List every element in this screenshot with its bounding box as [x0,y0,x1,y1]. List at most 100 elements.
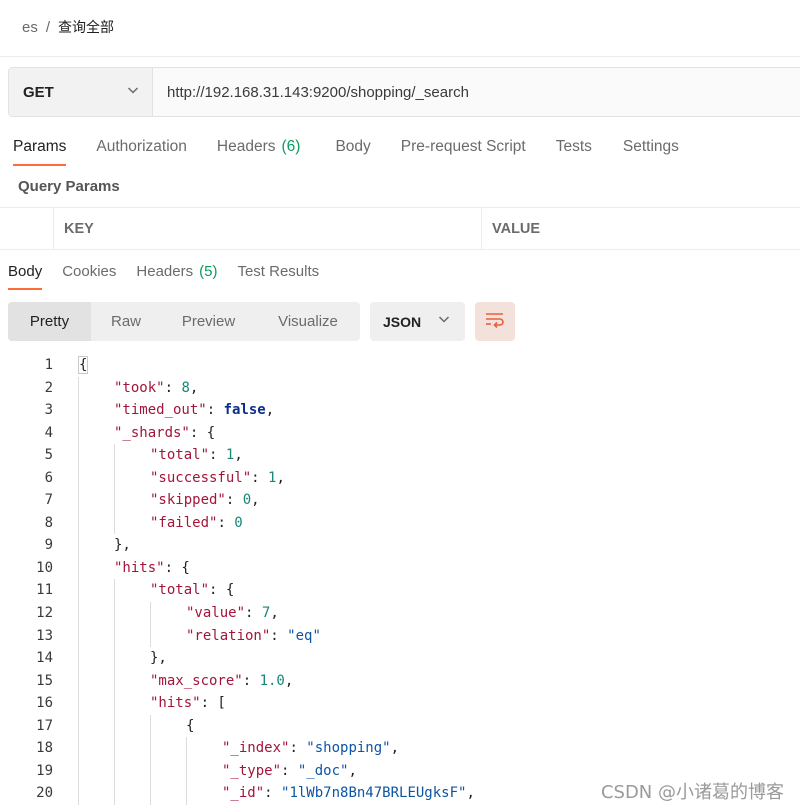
code-text: "timed_out": false, [114,399,274,422]
indent-guide [78,737,79,760]
indent-guide [78,534,79,557]
json-key: "failed" [150,514,218,531]
json-punctuation: : [251,469,269,486]
indent-guide [114,759,115,783]
json-punctuation: , [276,469,285,486]
code-text: "hits": { [114,557,190,580]
view-preview-button[interactable]: Preview [161,302,256,341]
breadcrumb-collection[interactable]: es [22,19,38,36]
response-tab-cookies[interactable]: Cookies [62,256,116,286]
tab-headers[interactable]: Headers (6) [217,132,301,162]
indent-guide [114,647,115,670]
response-tab-headers[interactable]: Headers (5) [136,256,217,286]
line-number: 11 [36,582,53,599]
json-key: "hits" [114,559,165,576]
indent-guide [78,647,79,670]
tab-authorization[interactable]: Authorization [96,132,186,162]
code-text: "max_score": 1.0, [150,670,293,693]
indent-guide [114,714,115,738]
json-punctuation: : { [189,424,216,441]
view-pretty-button[interactable]: Pretty [8,302,91,341]
code-text: }, [150,647,167,670]
code-line: 2 "took": 8, [0,376,800,400]
json-punctuation: { [186,717,195,734]
tab-body[interactable]: Body [335,132,370,162]
code-text: "total": 1, [150,444,243,467]
json-string: "1lWb7n8Bn47BRLEUgksF" [281,785,467,802]
indent-guide [78,511,79,535]
json-punctuation: : [ [200,695,226,712]
method-select[interactable]: GET [9,68,153,116]
json-punctuation: : { [209,582,235,599]
code-line: 7 "skipped": 0, [0,489,800,512]
code-line: 12 "value": 7, [0,602,800,625]
tab-pre-request-script[interactable]: Pre-request Script [401,132,526,162]
json-key: "hits" [150,695,201,712]
request-tabs: Params Authorization Headers (6) Body Pr… [0,132,679,168]
line-number: 14 [36,650,53,667]
json-key: "skipped" [150,492,226,509]
code-text: { [186,715,194,738]
json-key: "timed_out" [114,402,207,419]
json-punctuation: , [265,402,275,419]
code-text: }, [114,534,131,557]
view-visualize-button[interactable]: Visualize [256,302,360,341]
code-text: "total": { [150,579,234,602]
json-punctuation: }, [114,537,131,554]
tab-label: Cookies [62,262,117,280]
json-key: "relation" [186,627,271,644]
json-punctuation: : [164,379,182,396]
tab-params[interactable]: Params [13,132,67,166]
indent-guide [78,376,79,400]
code-line: 1{ [0,354,800,377]
line-number: 19 [36,762,53,779]
query-params-title: Query Params [18,178,120,195]
json-punctuation: : [206,402,224,419]
tab-settings[interactable]: Settings [623,132,679,162]
indent-guide [114,692,115,715]
wrap-lines-button[interactable] [475,302,515,341]
json-punctuation: }, [150,650,167,667]
query-params-table: KEY VALUE [0,207,800,250]
line-number: 13 [36,627,53,644]
code-text: "_index": "shopping", [222,737,399,760]
json-punctuation: : { [164,559,190,576]
response-body-editor[interactable]: 1{2 "took": 8, 3 "timed_out": false, 4 "_shar… [0,354,800,810]
tab-tests[interactable]: Tests [556,132,592,162]
method-label: GET [23,83,54,101]
json-key: "took" [114,379,165,396]
response-tab-test-results[interactable]: Test Results [237,256,319,286]
indent-guide [78,421,79,445]
indent-guide [114,624,115,648]
request-name[interactable]: 查询全部 [58,17,114,37]
json-punctuation: , [234,447,243,464]
format-select[interactable]: JSON [370,302,465,341]
column-header-value: VALUE [492,220,541,237]
code-line: 9}, [0,534,800,557]
indent-guide [150,714,151,738]
tab-label: Tests [555,138,592,155]
indent-guide [78,624,79,648]
headers-count-badge: (6) [281,138,301,155]
indent-guide [78,579,79,603]
watermark: CSDN @小诸葛的博客 [598,778,786,804]
headers-count-badge: (5) [199,262,218,280]
json-punctuation: : [289,740,307,757]
code-text: "failed": 0 [150,512,243,535]
json-key: "total" [150,582,210,599]
code-text: "_id": "1lWb7n8Bn47BRLEUgksF", [222,782,475,805]
json-key: "value" [186,605,246,622]
url-input[interactable]: http://192.168.31.143:9200/shopping/_sea… [153,68,800,116]
response-tab-body[interactable]: Body [8,256,43,290]
code-text: "value": 7, [186,602,279,625]
indent-guide [114,466,115,490]
indent-guide [78,759,79,783]
breadcrumb: es / 查询全部 [22,16,114,38]
json-punctuation: , [189,379,199,396]
line-number: 6 [44,469,53,486]
code-line: 6 "successful": 1, [0,466,800,490]
view-raw-button[interactable]: Raw [91,302,161,341]
indent-guide [114,782,115,805]
indent-guide [186,782,187,805]
json-punctuation: : [270,627,288,644]
